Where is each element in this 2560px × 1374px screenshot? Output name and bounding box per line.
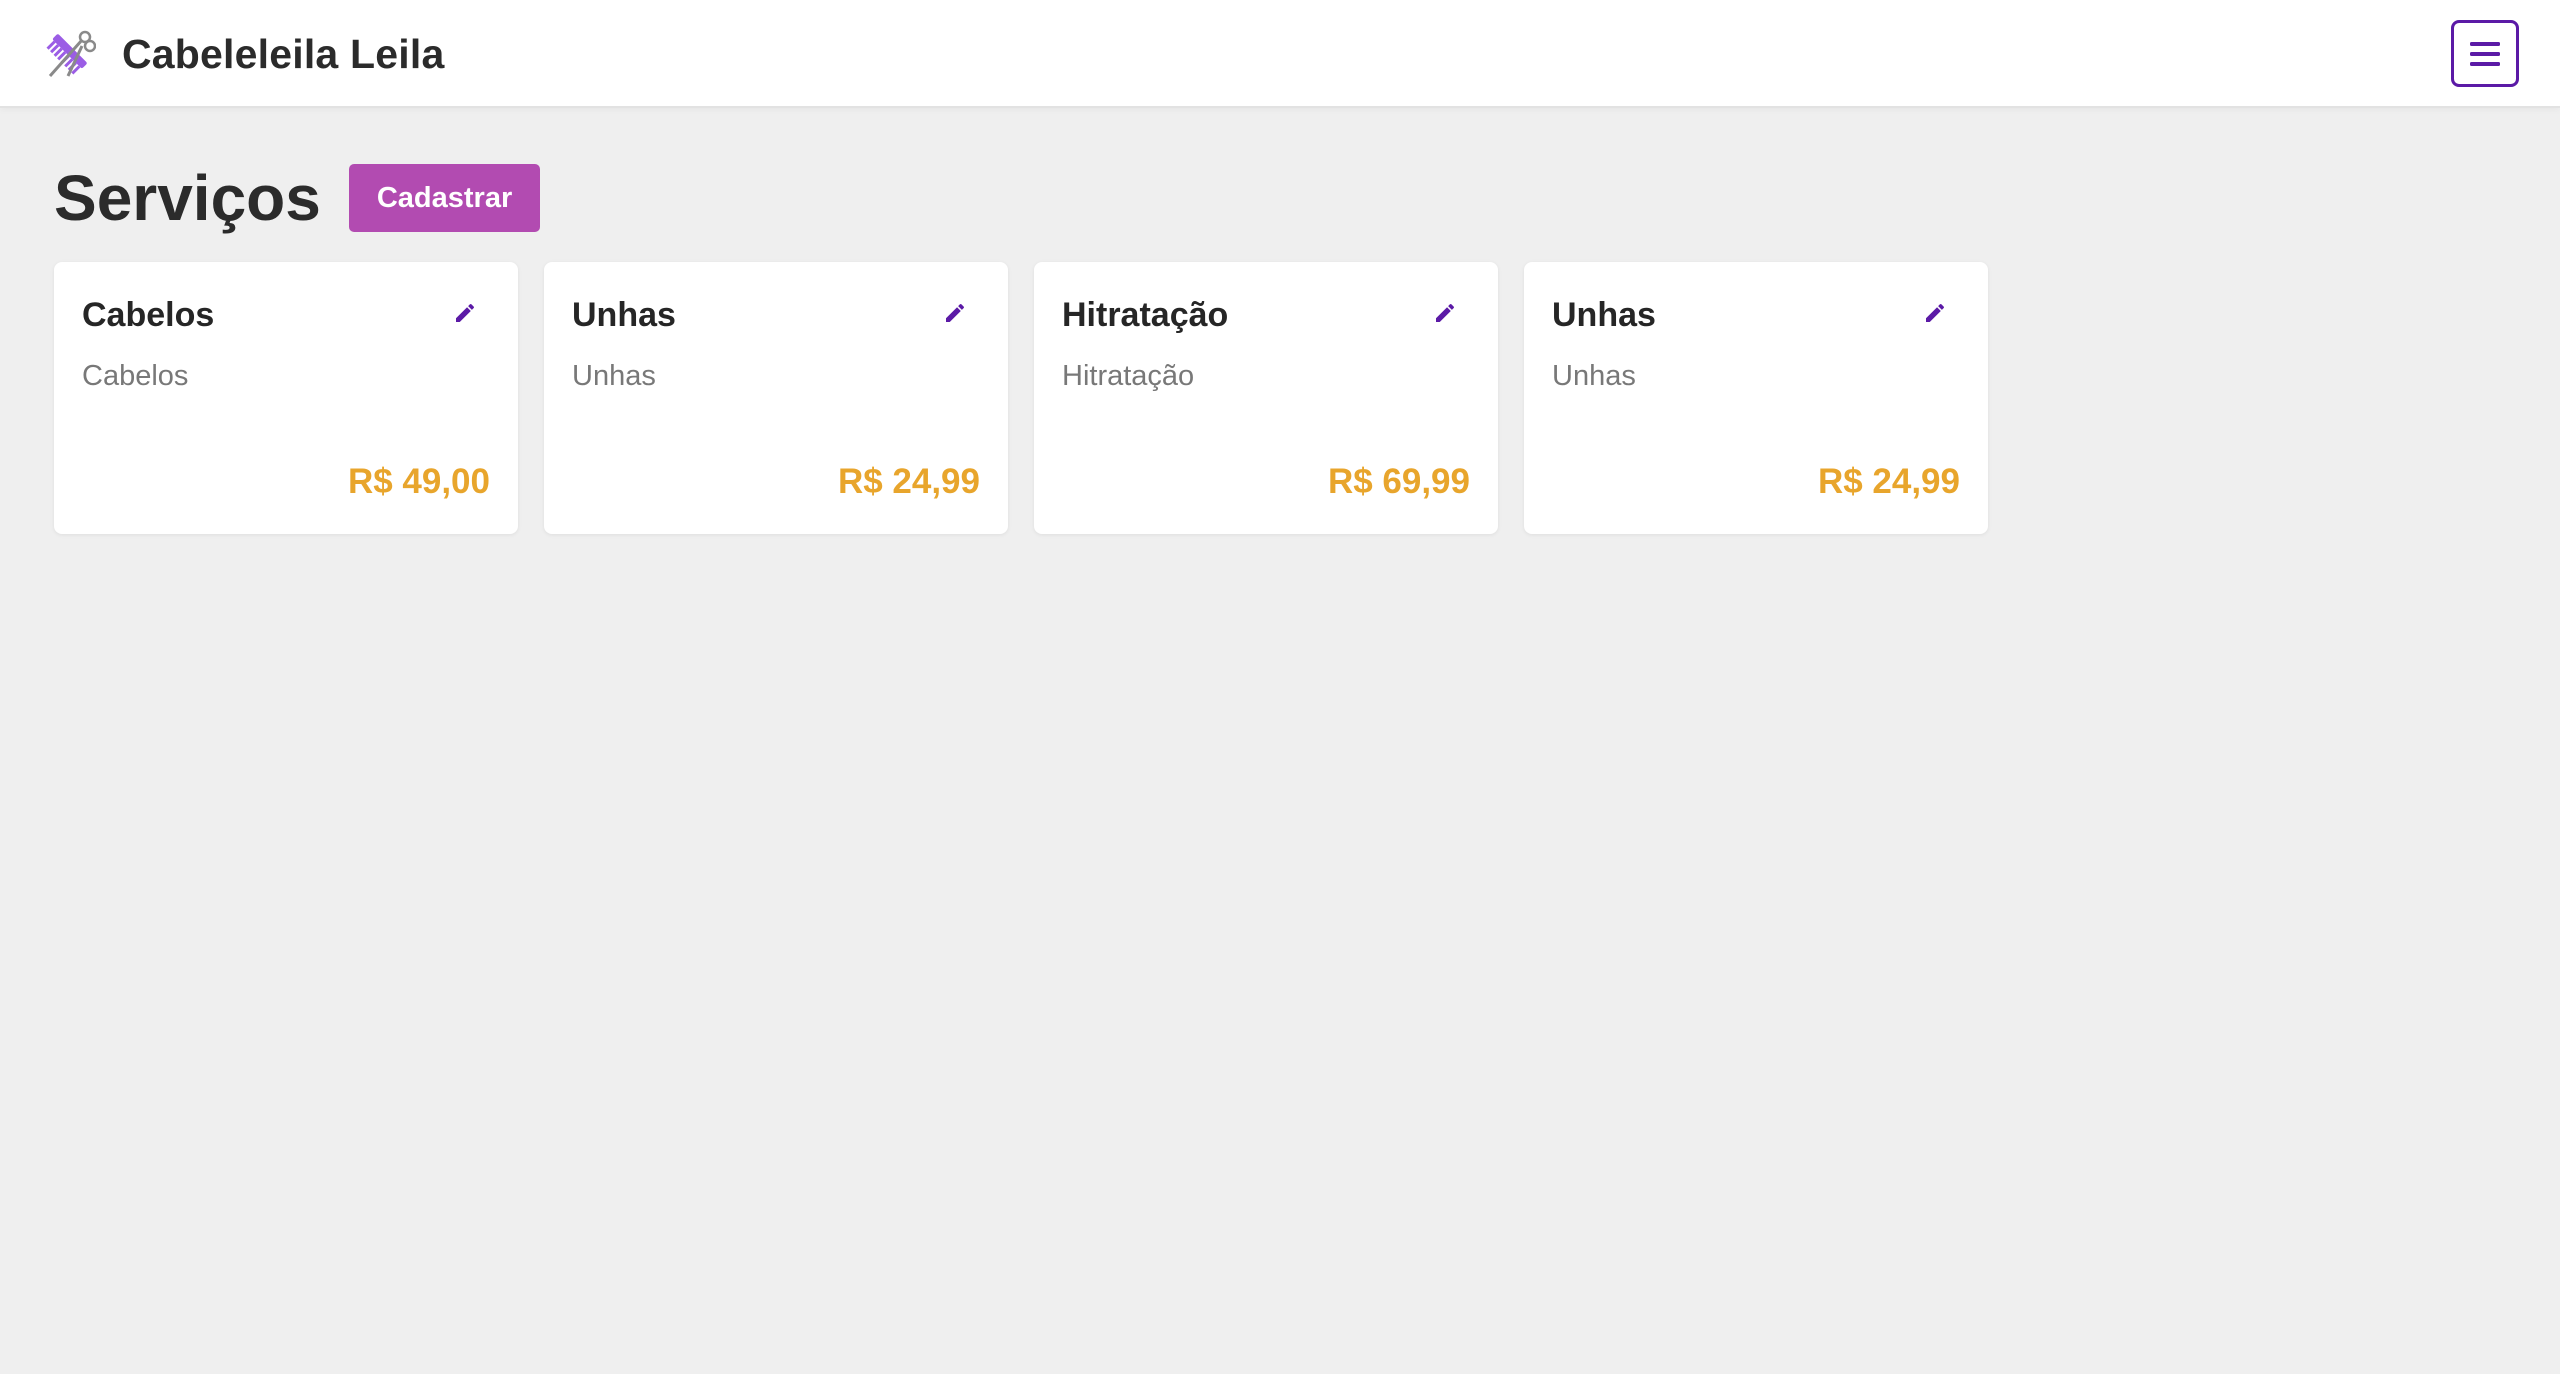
service-card: Hitratação Hitratação R$ 69,99 <box>1034 262 1498 534</box>
services-list: Cabelos Cabelos R$ 49,00 Unhas Unhas R$ … <box>54 262 2014 534</box>
pencil-icon <box>943 301 967 330</box>
hamburger-menu-icon <box>2470 41 2500 67</box>
service-description: Cabelos <box>82 360 189 392</box>
service-description: Unhas <box>572 360 656 392</box>
brand-link[interactable]: Cabeleleila Leila <box>38 26 444 82</box>
page-title: Serviços <box>54 162 321 234</box>
navbar: Cabeleleila Leila <box>0 0 2560 108</box>
page-header: Serviços Cadastrar <box>54 160 541 236</box>
service-title: Unhas <box>1552 296 1656 334</box>
service-price: R$ 24,99 <box>1817 462 1960 501</box>
edit-service-button[interactable] <box>1430 300 1460 330</box>
edit-service-button[interactable] <box>940 300 970 330</box>
edit-service-button[interactable] <box>1920 300 1950 330</box>
register-button[interactable]: Cadastrar <box>348 164 541 232</box>
brand-name: Cabeleleila Leila <box>122 30 445 77</box>
service-card: Cabelos Cabelos R$ 49,00 <box>54 262 518 534</box>
service-price: R$ 69,99 <box>1327 462 1470 501</box>
service-price: R$ 24,99 <box>837 462 980 501</box>
edit-service-button[interactable] <box>450 300 480 330</box>
service-title: Hitratação <box>1062 296 1229 334</box>
service-title: Unhas <box>572 296 676 334</box>
pencil-icon <box>1923 301 1947 330</box>
service-title: Cabelos <box>82 296 215 334</box>
pencil-icon <box>453 301 477 330</box>
service-card: Unhas Unhas R$ 24,99 <box>1524 262 1988 534</box>
service-description: Unhas <box>1552 360 1636 392</box>
service-card: Unhas Unhas R$ 24,99 <box>544 262 1008 534</box>
pencil-icon <box>1433 301 1457 330</box>
menu-toggle-button[interactable] <box>2451 20 2519 87</box>
comb-scissors-icon <box>38 26 96 82</box>
service-price: R$ 49,00 <box>347 462 490 501</box>
service-description: Hitratação <box>1062 360 1195 392</box>
